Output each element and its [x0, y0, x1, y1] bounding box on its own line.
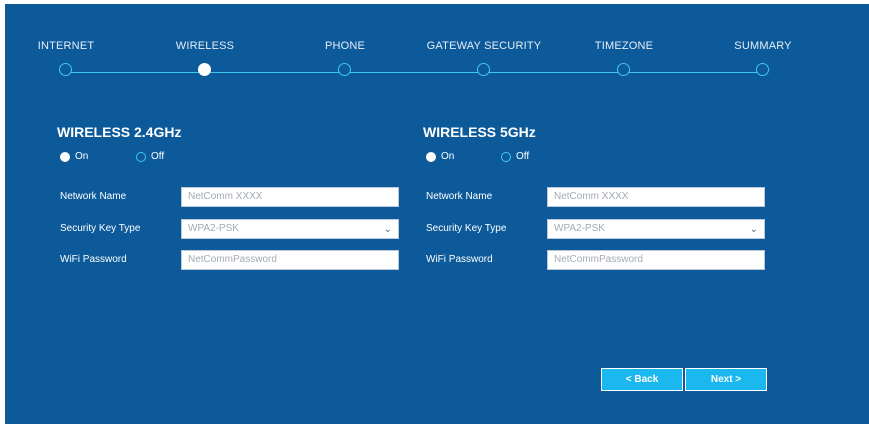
- radio-unchecked-icon: [501, 151, 511, 162]
- radio-label: Off: [151, 151, 165, 162]
- password-label: WiFi Password: [60, 254, 127, 265]
- progress-stepper: INTERNET WIRELESS PHONE GATEWAY SECURITY…: [5, 4, 869, 94]
- step-label: PHONE: [324, 40, 366, 52]
- step-indicator-active: [198, 63, 211, 76]
- radio-off[interactable]: Off: [501, 151, 529, 162]
- password-label: WiFi Password: [426, 254, 493, 265]
- step-label: TIMEZONE: [594, 40, 654, 52]
- radio-unchecked-icon: [136, 151, 146, 162]
- select-value: WPA2-PSK: [554, 223, 605, 234]
- setup-wizard-panel: INTERNET WIRELESS PHONE GATEWAY SECURITY…: [5, 4, 869, 424]
- chevron-down-icon: ⌄: [749, 224, 758, 235]
- step-indicator: [59, 63, 72, 76]
- password-row: WiFi Password NetCommPassword: [423, 250, 768, 272]
- radio-off[interactable]: Off: [136, 151, 164, 162]
- wireless-5ghz-section: WIRELESS 5GHz On Off Network Name NetCom…: [423, 122, 768, 270]
- security-key-label: Security Key Type: [60, 223, 141, 234]
- step-indicator: [617, 63, 630, 76]
- radio-label: On: [441, 151, 455, 162]
- select-value: WPA2-PSK: [188, 223, 239, 234]
- network-name-input[interactable]: NetComm XXXX: [181, 187, 399, 207]
- chevron-down-icon: ⌄: [383, 224, 392, 235]
- radio-on[interactable]: On: [426, 151, 454, 162]
- network-name-row: Network Name NetComm XXXX: [57, 187, 402, 209]
- step-label: WIRELESS: [175, 40, 235, 52]
- section-title: WIRELESS 5GHz: [423, 124, 536, 140]
- wifi-password-input[interactable]: NetCommPassword: [181, 250, 399, 270]
- step-label: SUMMARY: [734, 40, 792, 52]
- step-indicator: [338, 63, 351, 76]
- security-key-select[interactable]: WPA2-PSK ⌄: [181, 219, 399, 239]
- radio-group: On Off: [423, 151, 768, 171]
- wifi-password-input[interactable]: NetCommPassword: [547, 250, 765, 270]
- next-button[interactable]: Next >: [685, 368, 767, 391]
- network-name-row: Network Name NetComm XXXX: [423, 187, 768, 209]
- network-name-label: Network Name: [60, 191, 127, 202]
- network-name-label: Network Name: [426, 191, 493, 202]
- step-indicator: [477, 63, 490, 76]
- security-key-row: Security Key Type WPA2-PSK ⌄: [423, 219, 768, 241]
- section-title: WIRELESS 2.4GHz: [57, 124, 182, 140]
- security-key-label: Security Key Type: [426, 223, 507, 234]
- back-button[interactable]: < Back: [601, 368, 683, 391]
- stepper-line: [66, 72, 764, 73]
- step-label: GATEWAY SECURITY: [426, 40, 542, 52]
- password-row: WiFi Password NetCommPassword: [57, 250, 402, 272]
- security-key-select[interactable]: WPA2-PSK ⌄: [547, 219, 765, 239]
- radio-label: Off: [516, 151, 530, 162]
- wireless-24ghz-section: WIRELESS 2.4GHz On Off Network Name NetC…: [57, 122, 402, 270]
- radio-checked-icon: [426, 151, 436, 162]
- security-key-row: Security Key Type WPA2-PSK ⌄: [57, 219, 402, 241]
- radio-label: On: [75, 151, 89, 162]
- step-indicator: [756, 63, 769, 76]
- network-name-input[interactable]: NetComm XXXX: [547, 187, 765, 207]
- radio-group: On Off: [57, 151, 402, 171]
- radio-on[interactable]: On: [60, 151, 88, 162]
- step-label: INTERNET: [37, 40, 95, 52]
- radio-checked-icon: [60, 151, 70, 162]
